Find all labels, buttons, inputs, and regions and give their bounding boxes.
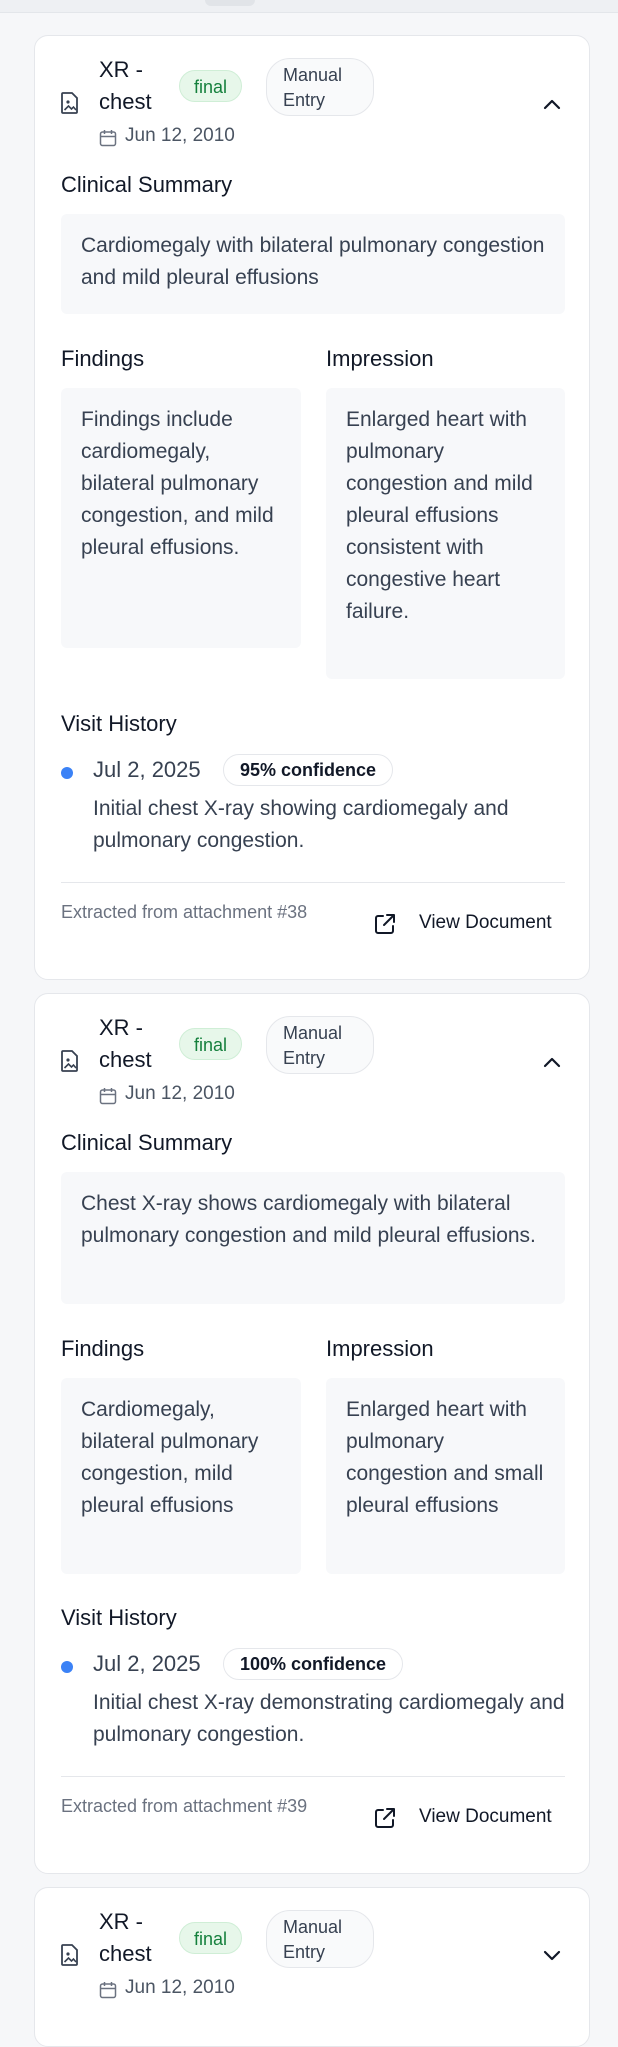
visit-dot <box>61 1661 73 1673</box>
card-header[interactable]: XR - chest final Manual Entry Jun 12, 20… <box>35 36 589 156</box>
calendar-icon <box>99 1088 117 1105</box>
findings-text: Cardiomegaly, bilateral pulmonary conges… <box>61 1378 301 1574</box>
report-title: XR - chest <box>99 1015 152 1072</box>
date-text: Jun 12, 2010 <box>125 125 235 146</box>
visit-date: Jul 2, 2025 <box>93 1651 201 1676</box>
source-badge: Manual Entry <box>266 1016 374 1074</box>
clinical-summary-text: Cardiomegaly with bilateral pulmonary co… <box>61 214 565 314</box>
view-document-label: View Document <box>419 912 552 933</box>
visit-note: Initial chest X-ray demonstrating cardio… <box>93 1691 565 1746</box>
status-badge: final <box>179 70 243 102</box>
visit-history-heading: Visit History <box>61 1605 177 1630</box>
card-divider <box>61 1776 565 1777</box>
chevron-up-icon[interactable] <box>543 1056 561 1068</box>
card-divider <box>61 882 565 883</box>
impression-heading: Impression <box>326 346 434 371</box>
findings-text: Findings include cardiomegaly, bilateral… <box>61 388 301 648</box>
view-document-label: View Document <box>419 1806 552 1827</box>
visit-history-heading: Visit History <box>61 711 177 736</box>
clinical-summary-text: Chest X-ray shows cardiomegaly with bila… <box>61 1172 565 1304</box>
file-image-icon <box>61 1050 78 1072</box>
clinical-summary-heading: Clinical Summary <box>61 172 233 197</box>
external-link-icon <box>375 914 395 934</box>
status-badge: final <box>179 1922 243 1954</box>
imaging-report-card: XR - chest final Manual Entry Jun 12, 20… <box>34 1887 590 2047</box>
file-image-icon <box>61 1944 78 1966</box>
chevron-down-icon[interactable] <box>543 1950 561 1962</box>
report-title: XR - chest <box>99 1909 152 1966</box>
impression-text: Enlarged heart with pulmonary congestion… <box>326 388 565 679</box>
report-title: XR - chest <box>99 57 152 114</box>
calendar-icon <box>99 130 117 147</box>
source-badge: Manual Entry <box>266 58 374 116</box>
clinical-summary-heading: Clinical Summary <box>61 1130 233 1155</box>
imaging-report-card: XR - chest final Manual Entry Jun 12, 20… <box>34 993 590 1874</box>
extracted-source: Extracted from attachment #39 <box>61 1796 308 1816</box>
drag-handle[interactable] <box>205 0 255 6</box>
confidence-badge: 95% confidence <box>223 754 394 786</box>
impression-heading: Impression <box>326 1336 434 1361</box>
date-text: Jun 12, 2010 <box>125 1977 235 1998</box>
impression-text: Enlarged heart with pulmonary congestion… <box>326 1378 565 1574</box>
external-link-icon <box>375 1808 395 1828</box>
visit-dot <box>61 767 73 779</box>
imaging-report-card: XR - chest final Manual Entry Jun 12, 20… <box>34 35 590 980</box>
card-header[interactable]: XR - chest final Manual Entry Jun 12, 20… <box>35 994 589 1114</box>
extracted-source: Extracted from attachment #38 <box>61 902 308 922</box>
calendar-icon <box>99 1982 117 1999</box>
file-image-icon <box>61 92 78 114</box>
status-badge: final <box>179 1028 243 1060</box>
top-scroll-edge <box>0 0 618 13</box>
view-document-button[interactable]: View Document <box>373 1798 563 1838</box>
findings-heading: Findings <box>61 346 145 371</box>
date-text: Jun 12, 2010 <box>125 1083 235 1104</box>
card-header[interactable]: XR - chest final Manual Entry Jun 12, 20… <box>35 1888 589 2008</box>
chevron-up-icon[interactable] <box>543 98 561 110</box>
visit-note: Initial chest X-ray showing cardiomegaly… <box>93 797 509 852</box>
confidence-badge: 100% confidence <box>223 1648 404 1680</box>
source-badge: Manual Entry <box>266 1910 374 1968</box>
visit-date: Jul 2, 2025 <box>93 757 201 782</box>
view-document-button[interactable]: View Document <box>373 904 563 944</box>
findings-heading: Findings <box>61 1336 145 1361</box>
